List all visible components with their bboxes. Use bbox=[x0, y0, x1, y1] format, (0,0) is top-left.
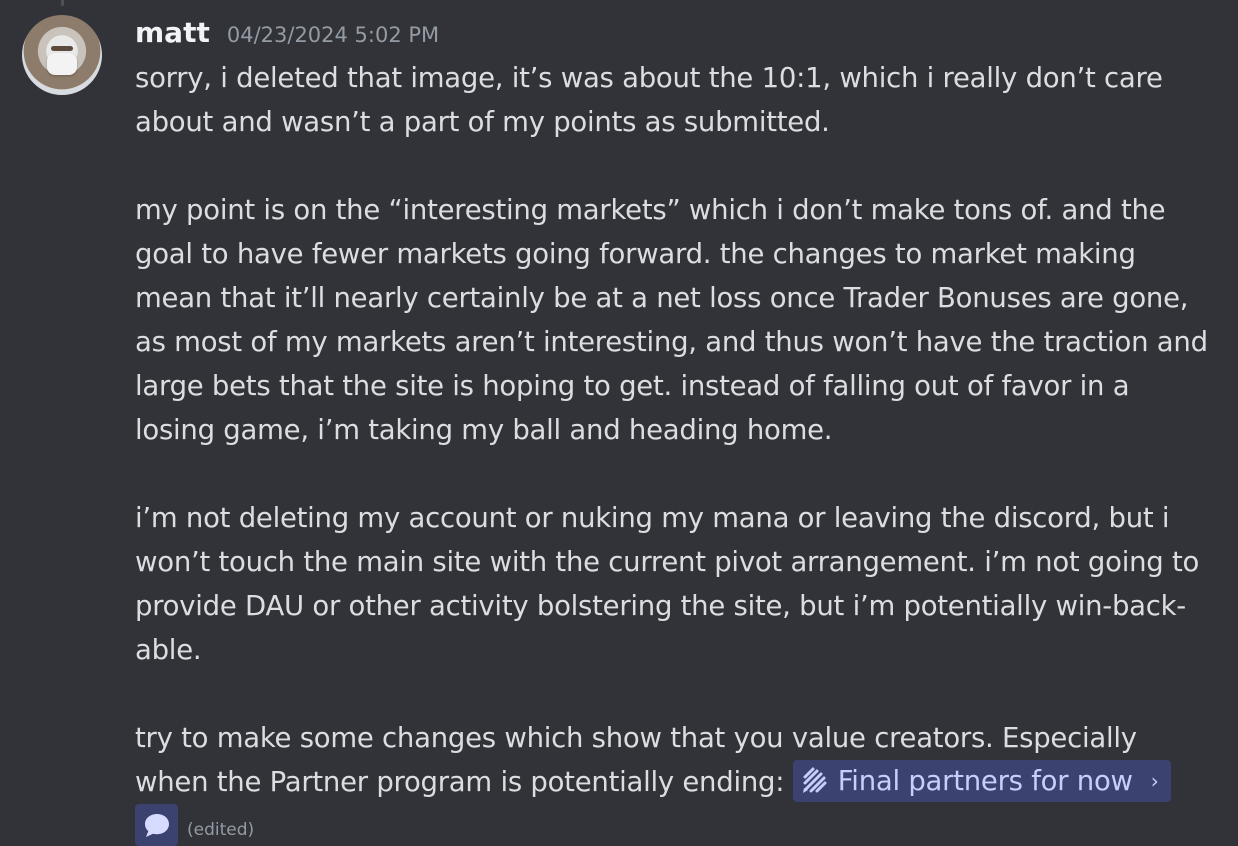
message-line: about and wasn’t a part of my points as … bbox=[135, 106, 830, 138]
message-line-with-thread-link: when the Partner program is potentially … bbox=[135, 760, 1210, 804]
message-line: sorry, i deleted that image, it’s was ab… bbox=[135, 62, 1163, 94]
message-line: my point is on the “interesting markets”… bbox=[135, 194, 1166, 226]
message-line: i’m not deleting my account or nuking my… bbox=[135, 502, 1170, 534]
reply-spine bbox=[61, 0, 64, 6]
message-line: as most of my markets aren’t interesting… bbox=[135, 326, 1208, 358]
thread-link[interactable]: Final partners for now › bbox=[792, 760, 1171, 802]
message-line: able. bbox=[135, 634, 202, 666]
message-line: losing game, i’m taking my ball and head… bbox=[135, 414, 833, 446]
thread-link-label: Final partners for now bbox=[837, 765, 1133, 797]
thread-icon bbox=[798, 767, 830, 795]
message-content: sorry, i deleted that image, it’s was ab… bbox=[135, 56, 1210, 804]
edited-label: (edited) bbox=[187, 820, 255, 840]
username[interactable]: matt bbox=[135, 16, 210, 50]
message-line: mean that it’ll nearly certainly be at a… bbox=[135, 282, 1189, 314]
user-avatar[interactable] bbox=[22, 15, 102, 95]
message-line: provide DAU or other activity bolstering… bbox=[135, 590, 1186, 622]
message-line: goal to have fewer markets going forward… bbox=[135, 238, 1136, 270]
avatar-face-detail bbox=[51, 46, 73, 51]
message-line: try to make some changes which show that… bbox=[135, 722, 1137, 754]
message-header: matt 04/23/2024 5:02 PM bbox=[135, 16, 439, 50]
message-line-text: when the Partner program is potentially … bbox=[135, 766, 793, 798]
avatar-face-mask bbox=[47, 53, 77, 75]
message-tail: (edited) bbox=[135, 804, 254, 846]
chevron-right-icon: › bbox=[1150, 769, 1159, 793]
chat-bubble-icon[interactable] bbox=[135, 804, 178, 846]
message-line: large bets that the site is hoping to ge… bbox=[135, 370, 1130, 402]
message-timestamp[interactable]: 04/23/2024 5:02 PM bbox=[227, 20, 439, 50]
message-line: won’t touch the main site with the curre… bbox=[135, 546, 1200, 578]
